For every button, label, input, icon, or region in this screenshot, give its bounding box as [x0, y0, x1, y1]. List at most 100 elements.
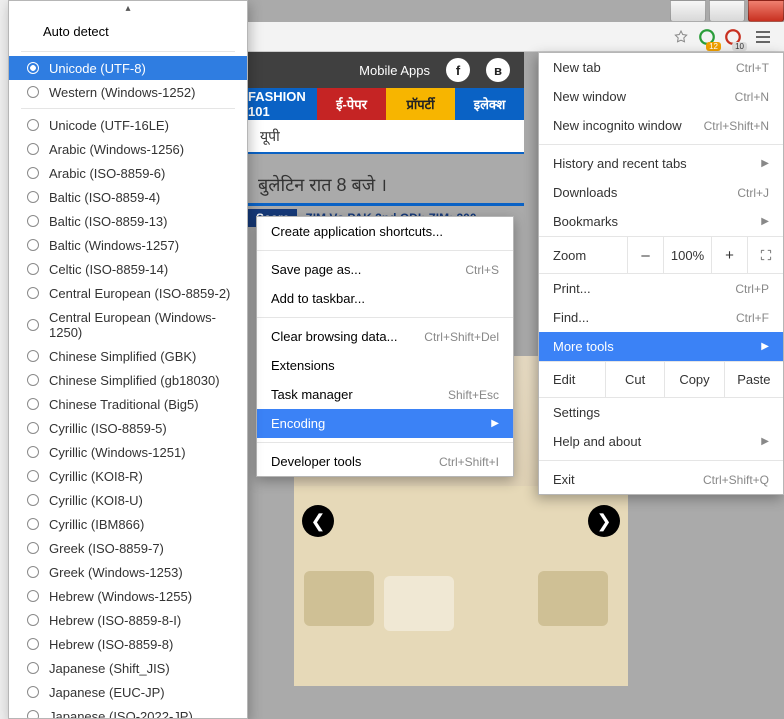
chevron-right-icon: ▶: [761, 158, 769, 169]
sub-nav[interactable]: यूपी: [248, 120, 524, 154]
sub-save-page[interactable]: Save page as...Ctrl+S: [257, 255, 513, 284]
nav-property[interactable]: प्रॉपर्टी: [386, 88, 455, 120]
encoding-option-label: Cyrillic (ISO-8859-5): [49, 421, 167, 436]
encoding-option[interactable]: Baltic (ISO-8859-13): [9, 209, 247, 233]
encoding-option[interactable]: Chinese Traditional (Big5): [9, 392, 247, 416]
fullscreen-button[interactable]: [747, 237, 783, 273]
encoding-option-label: Baltic (Windows-1257): [49, 238, 179, 253]
radio-icon: [27, 662, 39, 674]
menu-more-tools[interactable]: More tools▶: [539, 332, 783, 361]
encoding-option[interactable]: Japanese (EUC-JP): [9, 680, 247, 704]
menu-exit[interactable]: ExitCtrl+Shift+Q: [539, 465, 783, 494]
encoding-option[interactable]: Arabic (ISO-8859-6): [9, 161, 247, 185]
extension-icon-2[interactable]: 10: [722, 26, 744, 48]
encoding-option-label: Greek (Windows-1253): [49, 565, 183, 580]
encoding-option[interactable]: Japanese (ISO-2022-JP): [9, 704, 247, 719]
nav-epaper[interactable]: ई-पेपर: [317, 88, 386, 120]
zoom-out-button[interactable]: –: [627, 237, 663, 273]
radio-icon: [27, 446, 39, 458]
encoding-option[interactable]: Hebrew (Windows-1255): [9, 584, 247, 608]
chevron-right-icon: ▶: [761, 216, 769, 227]
sub-encoding[interactable]: Encoding▶: [257, 409, 513, 438]
copy-button[interactable]: Copy: [664, 362, 723, 397]
encoding-option[interactable]: Arabic (Windows-1256): [9, 137, 247, 161]
scroll-up-icon[interactable]: ▴: [9, 1, 247, 16]
radio-icon: [27, 518, 39, 530]
sub-create-shortcuts[interactable]: Create application shortcuts...: [257, 217, 513, 246]
chrome-menu-button[interactable]: [748, 22, 778, 52]
menu-print[interactable]: Print...Ctrl+P: [539, 274, 783, 303]
menu-history[interactable]: History and recent tabs▶: [539, 149, 783, 178]
extension-icon-1[interactable]: 12: [696, 26, 718, 48]
chevron-right-icon: ▶: [491, 418, 499, 429]
radio-icon: [27, 470, 39, 482]
encoding-option[interactable]: Greek (ISO-8859-7): [9, 536, 247, 560]
radio-icon: [27, 614, 39, 626]
radio-icon: [27, 542, 39, 554]
sub-extensions[interactable]: Extensions: [257, 351, 513, 380]
encoding-option[interactable]: Central European (ISO-8859-2): [9, 281, 247, 305]
page-sliver: [0, 0, 8, 719]
encoding-option-label: Japanese (Shift_JIS): [49, 661, 170, 676]
cut-button[interactable]: Cut: [605, 362, 664, 397]
encoding-option-label: Chinese Traditional (Big5): [49, 397, 199, 412]
facebook-icon[interactable]: f: [446, 58, 470, 82]
extension-badge-1: 12: [706, 42, 721, 51]
window-controls: [670, 0, 784, 22]
encoding-option[interactable]: Hebrew (ISO-8859-8): [9, 632, 247, 656]
encoding-option[interactable]: Celtic (ISO-8859-14): [9, 257, 247, 281]
sub-task-manager[interactable]: Task managerShift+Esc: [257, 380, 513, 409]
menu-new-window[interactable]: New windowCtrl+N: [539, 82, 783, 111]
encoding-option[interactable]: Baltic (Windows-1257): [9, 233, 247, 257]
radio-icon: [27, 167, 39, 179]
menu-downloads[interactable]: DownloadsCtrl+J: [539, 178, 783, 207]
encoding-option[interactable]: Hebrew (ISO-8859-8-I): [9, 608, 247, 632]
encoding-option[interactable]: Cyrillic (ISO-8859-5): [9, 416, 247, 440]
sub-clear-data[interactable]: Clear browsing data...Ctrl+Shift+Del: [257, 322, 513, 351]
sub-dev-tools[interactable]: Developer toolsCtrl+Shift+I: [257, 447, 513, 476]
encoding-option[interactable]: Central European (Windows-1250): [9, 305, 247, 344]
encoding-option-label: Unicode (UTF-16LE): [49, 118, 169, 133]
sub-add-taskbar[interactable]: Add to taskbar...: [257, 284, 513, 313]
encoding-option[interactable]: Chinese Simplified (GBK): [9, 344, 247, 368]
encoding-option-label: Baltic (ISO-8859-4): [49, 190, 160, 205]
encoding-option[interactable]: Baltic (ISO-8859-4): [9, 185, 247, 209]
more-tools-submenu: Create application shortcuts... Save pag…: [256, 216, 514, 477]
encoding-option[interactable]: Cyrillic (KOI8-U): [9, 488, 247, 512]
encoding-option[interactable]: Cyrillic (KOI8-R): [9, 464, 247, 488]
encoding-option[interactable]: Western (Windows-1252): [9, 80, 247, 104]
menu-settings[interactable]: Settings: [539, 398, 783, 427]
encoding-option-label: Chinese Simplified (gb18030): [49, 373, 220, 388]
carousel-prev-icon[interactable]: ❮: [302, 505, 334, 537]
bookmark-star-icon[interactable]: [670, 26, 692, 48]
encoding-option[interactable]: Greek (Windows-1253): [9, 560, 247, 584]
mobile-apps-label[interactable]: Mobile Apps: [359, 63, 430, 78]
maximize-button[interactable]: [709, 0, 745, 22]
encoding-menu: ▴ Auto detect Unicode (UTF-8)Western (Wi…: [8, 0, 248, 719]
encoding-option[interactable]: Cyrillic (Windows-1251): [9, 440, 247, 464]
encoding-auto-detect[interactable]: Auto detect: [9, 16, 247, 47]
encoding-option-label: Arabic (ISO-8859-6): [49, 166, 165, 181]
chrome-main-menu: New tabCtrl+T New windowCtrl+N New incog…: [538, 52, 784, 495]
encoding-option[interactable]: Cyrillic (IBM866): [9, 512, 247, 536]
nav-fashion[interactable]: FASHION 101: [248, 88, 317, 120]
carousel-next-icon[interactable]: ❯: [588, 505, 620, 537]
menu-incognito[interactable]: New incognito windowCtrl+Shift+N: [539, 111, 783, 140]
twitter-icon[interactable]: в: [486, 58, 510, 82]
menu-new-tab[interactable]: New tabCtrl+T: [539, 53, 783, 82]
menu-help[interactable]: Help and about▶: [539, 427, 783, 456]
close-button[interactable]: [748, 0, 784, 22]
menu-zoom-row: Zoom – 100% +: [539, 236, 783, 274]
radio-icon: [27, 62, 39, 74]
encoding-option[interactable]: Japanese (Shift_JIS): [9, 656, 247, 680]
encoding-option[interactable]: Unicode (UTF-8): [9, 56, 247, 80]
menu-find[interactable]: Find...Ctrl+F: [539, 303, 783, 332]
encoding-option-label: Hebrew (ISO-8859-8-I): [49, 613, 181, 628]
encoding-option[interactable]: Chinese Simplified (gb18030): [9, 368, 247, 392]
encoding-option[interactable]: Unicode (UTF-16LE): [9, 113, 247, 137]
menu-bookmarks[interactable]: Bookmarks▶: [539, 207, 783, 236]
minimize-button[interactable]: [670, 0, 706, 22]
paste-button[interactable]: Paste: [724, 362, 783, 397]
nav-election[interactable]: इलेक्श: [455, 88, 524, 120]
zoom-in-button[interactable]: +: [711, 237, 747, 273]
